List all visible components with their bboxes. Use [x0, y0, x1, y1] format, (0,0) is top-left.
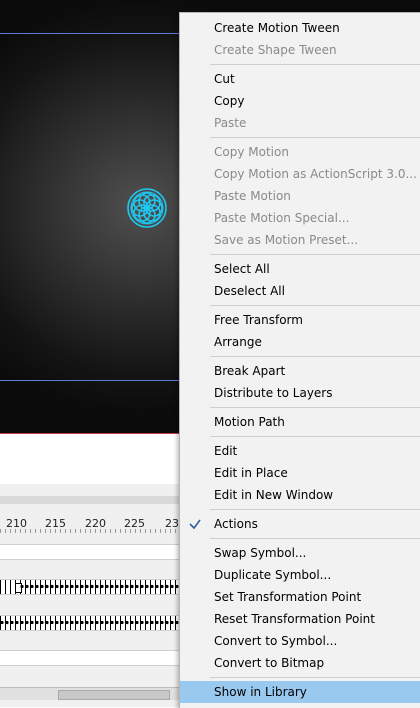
- menu-item-motion-path[interactable]: Motion Path: [180, 411, 420, 433]
- menu-item-label: Actions: [214, 517, 258, 531]
- menu-item-cut[interactable]: Cut: [180, 68, 420, 90]
- ruler-ticks: [0, 529, 200, 533]
- pasteboard: [0, 434, 200, 485]
- menu-item-convert-to-symbol[interactable]: Convert to Symbol...: [180, 630, 420, 652]
- menu-item-edit-in-new-window[interactable]: Edit in New Window: [180, 484, 420, 506]
- context-menu: Create Motion Tween Create Shape Tween C…: [179, 12, 420, 708]
- menu-separator: [210, 137, 420, 138]
- menu-item-select-all[interactable]: Select All: [180, 258, 420, 280]
- menu-item-paste-motion[interactable]: Paste Motion: [180, 185, 420, 207]
- menu-item-free-transform[interactable]: Free Transform: [180, 309, 420, 331]
- menu-separator: [210, 677, 420, 678]
- menu-item-paste-motion-special[interactable]: Paste Motion Special...: [180, 207, 420, 229]
- check-icon: [189, 519, 201, 530]
- menu-item-deselect-all[interactable]: Deselect All: [180, 280, 420, 302]
- layer-track-frames[interactable]: [0, 615, 200, 631]
- menu-item-break-apart[interactable]: Break Apart: [180, 360, 420, 382]
- keyframe-dots: [0, 620, 200, 625]
- menu-item-swap-symbol[interactable]: Swap Symbol...: [180, 542, 420, 564]
- menu-separator: [210, 356, 420, 357]
- menu-item-create-motion-tween[interactable]: Create Motion Tween: [180, 17, 420, 39]
- keyframe-dots: [20, 584, 200, 589]
- menu-item-paste[interactable]: Paste: [180, 112, 420, 134]
- menu-item-reset-transformation-point[interactable]: Reset Transformation Point: [180, 608, 420, 630]
- menu-separator: [210, 509, 420, 510]
- layer-track-empty[interactable]: [0, 650, 200, 666]
- menu-item-set-transformation-point[interactable]: Set Transformation Point: [180, 586, 420, 608]
- menu-separator: [210, 538, 420, 539]
- menu-item-copy[interactable]: Copy: [180, 90, 420, 112]
- timeline-scrollbar[interactable]: [0, 687, 200, 700]
- menu-item-duplicate-symbol[interactable]: Duplicate Symbol...: [180, 564, 420, 586]
- timeline-header-bar: [0, 496, 200, 504]
- menu-item-create-shape-tween[interactable]: Create Shape Tween: [180, 39, 420, 61]
- menu-separator: [210, 436, 420, 437]
- flower-symbol-icon[interactable]: [126, 187, 168, 229]
- menu-item-edit[interactable]: Edit: [180, 440, 420, 462]
- scrollbar-thumb[interactable]: [58, 690, 170, 700]
- menu-item-copy-motion[interactable]: Copy Motion: [180, 141, 420, 163]
- menu-item-convert-to-bitmap[interactable]: Convert to Bitmap: [180, 652, 420, 674]
- menu-separator: [210, 305, 420, 306]
- menu-separator: [210, 407, 420, 408]
- layer-track-empty[interactable]: [0, 544, 200, 560]
- menu-item-arrange[interactable]: Arrange: [180, 331, 420, 353]
- layer-track-frames[interactable]: [0, 579, 200, 595]
- menu-item-edit-in-place[interactable]: Edit in Place: [180, 462, 420, 484]
- menu-separator: [210, 254, 420, 255]
- timeline-panel: 210 215 220 225 230: [0, 484, 200, 707]
- menu-separator: [210, 64, 420, 65]
- menu-item-show-in-library[interactable]: Show in Library: [180, 681, 420, 703]
- frame-ruler[interactable]: 210 215 220 225 230: [0, 517, 200, 530]
- menu-item-actions[interactable]: Actions: [180, 513, 420, 535]
- stage-guide-bottom: [0, 380, 200, 381]
- stage-guide-top: [0, 33, 200, 34]
- menu-item-save-motion-preset[interactable]: Save as Motion Preset...: [180, 229, 420, 251]
- menu-item-distribute-to-layers[interactable]: Distribute to Layers: [180, 382, 420, 404]
- menu-item-copy-motion-as3[interactable]: Copy Motion as ActionScript 3.0...: [180, 163, 420, 185]
